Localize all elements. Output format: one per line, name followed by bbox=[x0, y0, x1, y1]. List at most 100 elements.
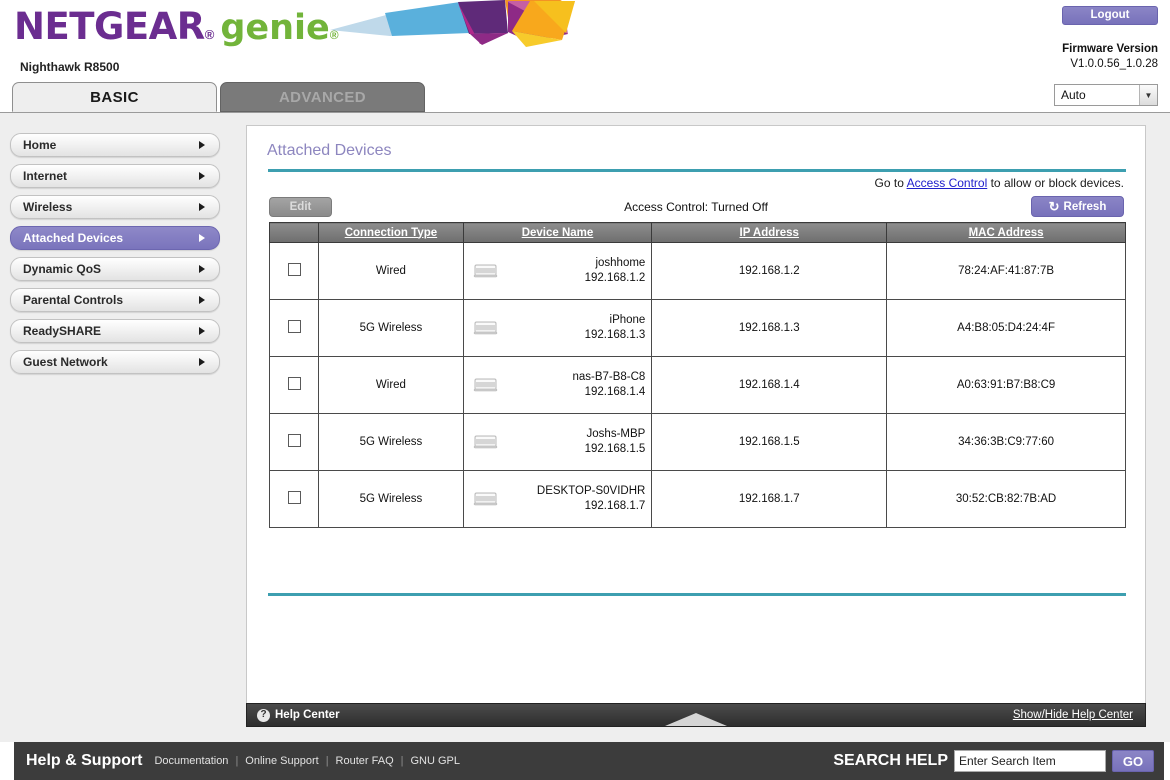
chevron-right-icon bbox=[199, 296, 205, 304]
sidebar-item-label: Wireless bbox=[23, 200, 73, 214]
column-header-ip-address[interactable]: IP Address bbox=[651, 222, 888, 243]
search-input[interactable] bbox=[954, 750, 1106, 772]
cell-mac-address: A0:63:91:B7:B8:C9 bbox=[886, 356, 1126, 414]
cell-connection-type: 5G Wireless bbox=[318, 413, 464, 471]
chevron-right-icon bbox=[199, 327, 205, 335]
page-body: Home Internet Wireless Attached Devices … bbox=[0, 112, 1170, 742]
sidebar-item-label: Attached Devices bbox=[23, 231, 124, 245]
sidebar-item-label: ReadySHARE bbox=[23, 324, 102, 338]
triangle-up-icon[interactable] bbox=[665, 713, 727, 726]
go-button[interactable]: GO bbox=[1112, 750, 1154, 772]
row-checkbox[interactable] bbox=[287, 491, 301, 504]
device-hostname: DESKTOP-S0VIDHR bbox=[536, 485, 646, 497]
divider-top bbox=[268, 169, 1126, 172]
footer-links: Documentation | Online Support | Router … bbox=[154, 755, 460, 767]
access-control-link[interactable]: Access Control bbox=[907, 176, 988, 190]
row-checkbox[interactable] bbox=[287, 434, 301, 447]
column-header-mac-address[interactable]: MAC Address bbox=[886, 222, 1126, 243]
divider-bottom bbox=[268, 593, 1126, 596]
footer-separator: | bbox=[325, 755, 329, 767]
chevron-right-icon bbox=[199, 265, 205, 273]
logout-button[interactable]: Logout bbox=[1062, 6, 1158, 25]
tab-advanced[interactable]: ADVANCED bbox=[220, 82, 425, 112]
sidebar-item-wireless[interactable]: Wireless bbox=[10, 195, 220, 219]
cell-ip-address: 192.168.1.2 bbox=[651, 242, 888, 300]
computer-icon bbox=[473, 435, 497, 449]
table-row: 5G Wireless Joshs-MBP 192.168.1.5 192.16… bbox=[268, 413, 1126, 471]
device-name-text: DESKTOP-S0VIDHR 192.168.1.7 bbox=[500, 484, 646, 514]
sidebar-item-internet[interactable]: Internet bbox=[10, 164, 220, 188]
row-checkbox[interactable] bbox=[287, 377, 301, 390]
footer-link-router-faq[interactable]: Router FAQ bbox=[336, 755, 394, 767]
device-name-text: Joshs-MBP 192.168.1.5 bbox=[500, 427, 646, 457]
cell-connection-type: 5G Wireless bbox=[318, 299, 464, 357]
access-note-suffix: to allow or block devices. bbox=[987, 176, 1124, 190]
device-ip: 192.168.1.2 bbox=[584, 272, 646, 284]
access-control-status: Access Control: Turned Off bbox=[624, 200, 768, 214]
footer-separator: | bbox=[400, 755, 404, 767]
cell-mac-address: 34:36:3B:C9:77:60 bbox=[886, 413, 1126, 471]
netgear-genie-page: NETGEAR ® genie ® Nighthawk R8500 Logout… bbox=[0, 0, 1170, 780]
help-support-title: Help & Support bbox=[26, 752, 143, 769]
refresh-icon: ↻ bbox=[1048, 199, 1060, 214]
footer-link-online-support[interactable]: Online Support bbox=[245, 755, 318, 767]
access-control-note: Go to Access Control to allow or block d… bbox=[875, 176, 1124, 190]
column-header-device-name[interactable]: Device Name bbox=[463, 222, 653, 243]
footer-link-gnu-gpl[interactable]: GNU GPL bbox=[410, 755, 460, 767]
device-name-text: iPhone 192.168.1.3 bbox=[500, 313, 646, 343]
row-select-cell bbox=[268, 413, 320, 471]
chevron-right-icon bbox=[199, 234, 205, 242]
search-help-group: SEARCH HELP GO bbox=[833, 750, 1154, 772]
help-center-bar: ? Help Center Show/Hide Help Center bbox=[246, 703, 1146, 727]
show-hide-help-center-link[interactable]: Show/Hide Help Center bbox=[1013, 709, 1133, 721]
row-select-cell bbox=[268, 470, 320, 528]
sidebar-item-label: Home bbox=[23, 138, 57, 152]
help-center-group[interactable]: ? Help Center bbox=[257, 708, 340, 722]
registered-mark-icon: ® bbox=[204, 27, 215, 42]
genie-wordmark: genie bbox=[220, 8, 330, 48]
sidebar-item-dynamic-qos[interactable]: Dynamic QoS bbox=[10, 257, 220, 281]
tab-basic[interactable]: BASIC bbox=[12, 82, 217, 112]
cell-ip-address: 192.168.1.7 bbox=[651, 470, 888, 528]
sidebar-item-attached-devices[interactable]: Attached Devices bbox=[10, 226, 220, 250]
device-name-text: joshhome 192.168.1.2 bbox=[500, 256, 646, 286]
cell-device-name: Joshs-MBP 192.168.1.5 bbox=[462, 413, 653, 471]
primary-tabs: BASIC ADVANCED bbox=[12, 82, 425, 112]
language-select[interactable]: Auto ▼ bbox=[1054, 84, 1158, 106]
cell-device-name: DESKTOP-S0VIDHR 192.168.1.7 bbox=[462, 470, 653, 528]
edit-button[interactable]: Edit bbox=[269, 197, 332, 217]
table-body: Wired joshhome 192.168.1.2 192.168.1.2 7… bbox=[268, 242, 1126, 528]
cell-device-name: joshhome 192.168.1.2 bbox=[462, 242, 653, 300]
router-model-label: Nighthawk R8500 bbox=[20, 60, 120, 74]
netgear-wordmark: NETGEAR bbox=[14, 5, 205, 48]
device-name-text: nas-B7-B8-C8 192.168.1.4 bbox=[500, 370, 645, 400]
footer-link-documentation[interactable]: Documentation bbox=[154, 755, 228, 767]
device-ip: 192.168.1.5 bbox=[584, 443, 646, 455]
sidebar-item-readyshare[interactable]: ReadySHARE bbox=[10, 319, 220, 343]
column-header-connection-type[interactable]: Connection Type bbox=[318, 222, 464, 243]
row-select-cell bbox=[268, 356, 320, 414]
chevron-down-icon: ▼ bbox=[1139, 85, 1157, 105]
cell-connection-type: Wired bbox=[318, 242, 464, 300]
row-checkbox[interactable] bbox=[287, 263, 301, 276]
page-title: Attached Devices bbox=[267, 142, 392, 159]
refresh-button[interactable]: ↻ Refresh bbox=[1031, 196, 1124, 217]
device-ip: 192.168.1.3 bbox=[584, 329, 646, 341]
cell-mac-address: A4:B8:05:D4:24:4F bbox=[886, 299, 1126, 357]
cell-mac-address: 78:24:AF:41:87:7B bbox=[886, 242, 1126, 300]
table-row: Wired nas-B7-B8-C8 192.168.1.4 192.168.1… bbox=[268, 356, 1126, 414]
footer-separator: | bbox=[235, 755, 239, 767]
sidebar-item-home[interactable]: Home bbox=[10, 133, 220, 157]
row-checkbox[interactable] bbox=[287, 320, 301, 333]
chevron-right-icon bbox=[199, 141, 205, 149]
sidebar-item-label: Guest Network bbox=[23, 355, 108, 369]
language-select-value: Auto bbox=[1061, 88, 1086, 102]
sidebar-item-parental-controls[interactable]: Parental Controls bbox=[10, 288, 220, 312]
column-header-select bbox=[269, 222, 320, 243]
search-help-label: SEARCH HELP bbox=[833, 752, 948, 769]
refresh-button-label: Refresh bbox=[1063, 200, 1107, 213]
row-select-cell bbox=[268, 299, 320, 357]
computer-icon bbox=[473, 321, 497, 335]
sidebar-item-guest-network[interactable]: Guest Network bbox=[10, 350, 220, 374]
chevron-right-icon bbox=[199, 172, 205, 180]
